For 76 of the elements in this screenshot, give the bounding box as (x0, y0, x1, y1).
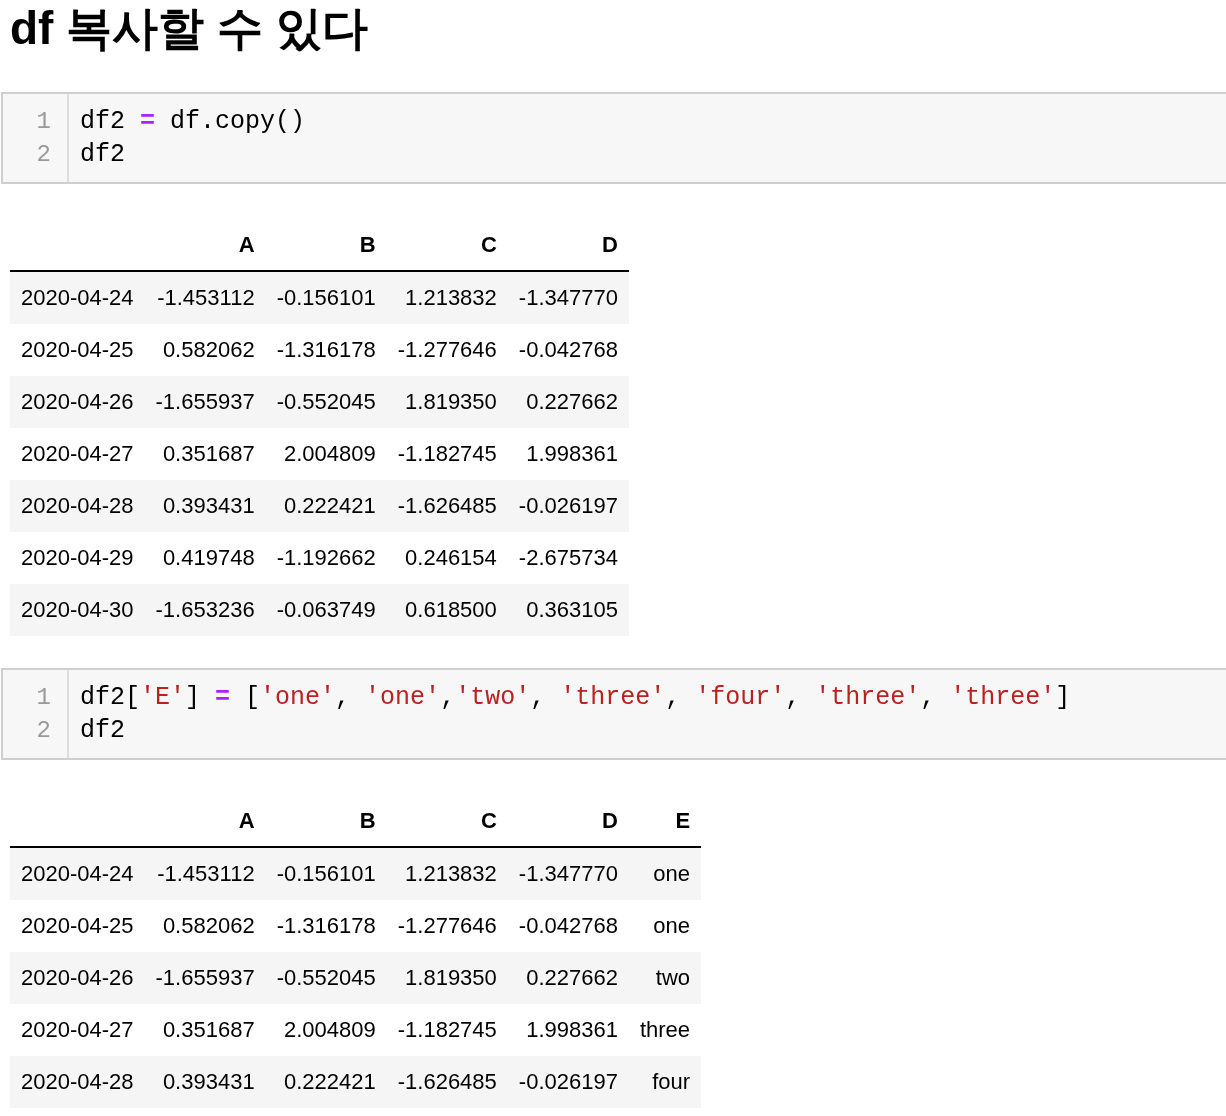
table-cell: 0.618500 (386, 584, 508, 636)
table-cell: -0.026197 (507, 480, 629, 532)
table-cell: 0.222421 (265, 480, 387, 532)
code-line: df2 (80, 715, 126, 747)
table-cell: -1.453112 (144, 271, 266, 324)
code-cell[interactable]: 1 2 df2['E'] = ['one', 'one','two', 'three', 'four', 'three', 'three'] df2 (1, 668, 1226, 760)
table-cell: -1.277646 (386, 324, 508, 376)
table-cell: -0.552045 (265, 376, 387, 428)
table-cell: 1.998361 (507, 428, 629, 480)
row-index: 2020-04-30 (10, 584, 145, 636)
table-cell: 1.819350 (386, 952, 508, 1004)
table-cell: -1.347770 (507, 847, 629, 900)
table-cell: 0.363105 (507, 584, 629, 636)
table-cell: -0.156101 (265, 847, 387, 900)
table-cell: two (628, 952, 702, 1004)
line-number: 1 (35, 107, 52, 137)
table-cell: four (628, 1056, 702, 1108)
row-index: 2020-04-27 (10, 428, 145, 480)
table-cell: 0.393431 (144, 480, 266, 532)
row-index: 2020-04-25 (10, 324, 145, 376)
code-cell[interactable]: 1 2 df2 = df.copy() df2 (1, 92, 1226, 184)
table-cell: -1.655937 (144, 376, 266, 428)
table-cell: 0.227662 (507, 376, 629, 428)
row-index: 2020-04-26 (10, 952, 145, 1004)
table-cell: 0.246154 (386, 532, 508, 584)
table-cell: -0.026197 (507, 1056, 629, 1108)
table-cell: -0.552045 (265, 952, 387, 1004)
table-cell: one (628, 900, 702, 952)
table-cell: -1.316178 (265, 324, 387, 376)
table-cell: one (628, 847, 702, 900)
table-cell: -1.655937 (144, 952, 266, 1004)
row-index: 2020-04-29 (10, 532, 145, 584)
table-cell: 0.227662 (507, 952, 629, 1004)
table-cell: -2.675734 (507, 532, 629, 584)
table-cell: 0.351687 (144, 428, 266, 480)
table-cell: 1.213832 (386, 847, 508, 900)
row-index: 2020-04-25 (10, 900, 145, 952)
table-cell: 0.222421 (265, 1056, 387, 1108)
table-cell: 1.819350 (386, 376, 508, 428)
table-cell: -1.653236 (144, 584, 266, 636)
table-cell: -1.316178 (265, 900, 387, 952)
table-cell: -1.626485 (386, 1056, 508, 1108)
table-cell: 2.004809 (265, 1004, 387, 1056)
code-line: df2 = df.copy() (80, 106, 306, 138)
row-index: 2020-04-28 (10, 1056, 145, 1108)
row-index: 2020-04-24 (10, 847, 145, 900)
line-number: 2 (35, 716, 52, 746)
row-index: 2020-04-27 (10, 1004, 145, 1056)
table-cell: three (628, 1004, 702, 1056)
table-cell: 0.393431 (144, 1056, 266, 1108)
code-line: df2['E'] = ['one', 'one','two', 'three', 'four', 'three', 'three'] (80, 682, 1071, 714)
table-cell: -1.626485 (386, 480, 508, 532)
table-cell: -0.042768 (507, 324, 629, 376)
line-number: 2 (35, 140, 52, 170)
row-index: 2020-04-28 (10, 480, 145, 532)
table-cell: 1.998361 (507, 1004, 629, 1056)
table-cell: -0.042768 (507, 900, 629, 952)
table-cell: 0.419748 (144, 532, 266, 584)
code-line: df2 (80, 139, 126, 171)
table-cell: -1.192662 (265, 532, 387, 584)
table-cell: -1.277646 (386, 900, 508, 952)
table-cell: -1.182745 (386, 428, 508, 480)
table-cell: -1.347770 (507, 271, 629, 324)
table-cell: -0.156101 (265, 271, 387, 324)
table-cell: -0.063749 (265, 584, 387, 636)
row-index: 2020-04-24 (10, 271, 145, 324)
notebook-heading: df 복사할 수 있다 (10, 1, 369, 56)
row-index: 2020-04-26 (10, 376, 145, 428)
table-cell: -1.182745 (386, 1004, 508, 1056)
table-cell: -1.453112 (144, 847, 266, 900)
table-cell: 1.213832 (386, 271, 508, 324)
table-cell: 2.004809 (265, 428, 387, 480)
table-cell: 0.351687 (144, 1004, 266, 1056)
table-cell: 0.582062 (144, 324, 266, 376)
line-number: 1 (35, 683, 52, 713)
table-cell: 0.582062 (144, 900, 266, 952)
